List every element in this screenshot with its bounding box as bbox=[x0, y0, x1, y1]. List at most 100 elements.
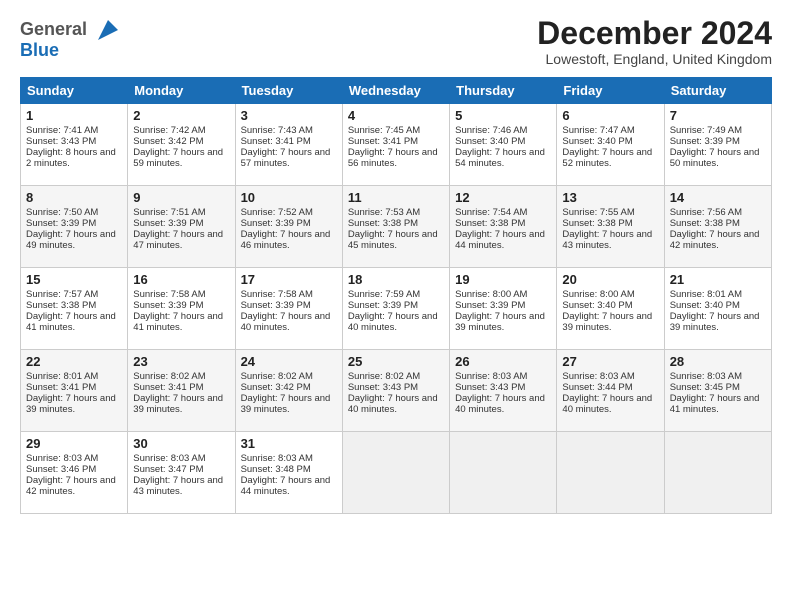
sunrise: Sunrise: 8:02 AM bbox=[133, 371, 205, 382]
day-number: 26 bbox=[455, 354, 551, 369]
sunrise: Sunrise: 7:43 AM bbox=[241, 125, 313, 136]
daylight: Daylight: 7 hours and 40 minutes. bbox=[348, 393, 438, 415]
col-saturday: Saturday bbox=[664, 78, 771, 104]
sunset: Sunset: 3:39 PM bbox=[670, 136, 740, 147]
header: General Blue December 2024 Lowestoft, En… bbox=[20, 16, 772, 67]
daylight: Daylight: 7 hours and 43 minutes. bbox=[133, 475, 223, 497]
day-number: 13 bbox=[562, 190, 658, 205]
day-number: 30 bbox=[133, 436, 229, 451]
table-row bbox=[342, 432, 449, 514]
sunrise: Sunrise: 8:03 AM bbox=[241, 453, 313, 464]
col-monday: Monday bbox=[128, 78, 235, 104]
table-row: 24Sunrise: 8:02 AMSunset: 3:42 PMDayligh… bbox=[235, 350, 342, 432]
sunset: Sunset: 3:40 PM bbox=[455, 136, 525, 147]
day-number: 7 bbox=[670, 108, 766, 123]
sunset: Sunset: 3:39 PM bbox=[133, 300, 203, 311]
table-row: 22Sunrise: 8:01 AMSunset: 3:41 PMDayligh… bbox=[21, 350, 128, 432]
table-row: 9Sunrise: 7:51 AMSunset: 3:39 PMDaylight… bbox=[128, 186, 235, 268]
sunset: Sunset: 3:39 PM bbox=[26, 218, 96, 229]
sunset: Sunset: 3:41 PM bbox=[241, 136, 311, 147]
day-number: 3 bbox=[241, 108, 337, 123]
table-row: 19Sunrise: 8:00 AMSunset: 3:39 PMDayligh… bbox=[450, 268, 557, 350]
table-row: 29Sunrise: 8:03 AMSunset: 3:46 PMDayligh… bbox=[21, 432, 128, 514]
calendar-week-3: 15Sunrise: 7:57 AMSunset: 3:38 PMDayligh… bbox=[21, 268, 772, 350]
daylight: Daylight: 7 hours and 39 minutes. bbox=[133, 393, 223, 415]
day-number: 16 bbox=[133, 272, 229, 287]
day-number: 31 bbox=[241, 436, 337, 451]
sunset: Sunset: 3:41 PM bbox=[26, 382, 96, 393]
logo-icon bbox=[94, 16, 122, 44]
daylight: Daylight: 7 hours and 39 minutes. bbox=[26, 393, 116, 415]
table-row: 15Sunrise: 7:57 AMSunset: 3:38 PMDayligh… bbox=[21, 268, 128, 350]
daylight: Daylight: 7 hours and 40 minutes. bbox=[455, 393, 545, 415]
sunrise: Sunrise: 7:57 AM bbox=[26, 289, 98, 300]
table-row: 3 Sunrise: 7:43 AMSunset: 3:41 PMDaylight… bbox=[235, 104, 342, 186]
daylight: Daylight: 7 hours and 49 minutes. bbox=[26, 229, 116, 251]
table-row bbox=[664, 432, 771, 514]
day-number: 17 bbox=[241, 272, 337, 287]
sunset: Sunset: 3:40 PM bbox=[670, 300, 740, 311]
col-tuesday: Tuesday bbox=[235, 78, 342, 104]
sunrise: Sunrise: 7:45 AM bbox=[348, 125, 420, 136]
daylight: Daylight: 7 hours and 39 minutes. bbox=[562, 311, 652, 333]
day-number: 15 bbox=[26, 272, 122, 287]
daylight: Daylight: 7 hours and 50 minutes. bbox=[670, 147, 760, 169]
daylight: Daylight: 7 hours and 39 minutes. bbox=[455, 311, 545, 333]
location: Lowestoft, England, United Kingdom bbox=[537, 51, 772, 67]
sunrise: Sunrise: 8:03 AM bbox=[133, 453, 205, 464]
day-number: 24 bbox=[241, 354, 337, 369]
table-row: 18Sunrise: 7:59 AMSunset: 3:39 PMDayligh… bbox=[342, 268, 449, 350]
day-number: 21 bbox=[670, 272, 766, 287]
sunset: Sunset: 3:43 PM bbox=[348, 382, 418, 393]
daylight: Daylight: 7 hours and 44 minutes. bbox=[241, 475, 331, 497]
month-title: December 2024 bbox=[537, 16, 772, 51]
table-row: 27Sunrise: 8:03 AMSunset: 3:44 PMDayligh… bbox=[557, 350, 664, 432]
sunset: Sunset: 3:40 PM bbox=[562, 300, 632, 311]
table-row bbox=[557, 432, 664, 514]
table-row: 4Sunrise: 7:45 AMSunset: 3:41 PMDaylight… bbox=[342, 104, 449, 186]
sunset: Sunset: 3:41 PM bbox=[348, 136, 418, 147]
day-number: 1 bbox=[26, 108, 122, 123]
logo: General Blue bbox=[20, 16, 122, 61]
day-number: 12 bbox=[455, 190, 551, 205]
page: General Blue December 2024 Lowestoft, En… bbox=[0, 0, 792, 524]
table-row: 14Sunrise: 7:56 AMSunset: 3:38 PMDayligh… bbox=[664, 186, 771, 268]
sunrise: Sunrise: 7:58 AM bbox=[241, 289, 313, 300]
day-number: 28 bbox=[670, 354, 766, 369]
sunrise: Sunrise: 8:02 AM bbox=[241, 371, 313, 382]
daylight: Daylight: 7 hours and 46 minutes. bbox=[241, 229, 331, 251]
sunset: Sunset: 3:39 PM bbox=[241, 218, 311, 229]
sunrise: Sunrise: 8:02 AM bbox=[348, 371, 420, 382]
calendar-week-4: 22Sunrise: 8:01 AMSunset: 3:41 PMDayligh… bbox=[21, 350, 772, 432]
col-thursday: Thursday bbox=[450, 78, 557, 104]
table-row: 12Sunrise: 7:54 AMSunset: 3:38 PMDayligh… bbox=[450, 186, 557, 268]
table-row: 16Sunrise: 7:58 AMSunset: 3:39 PMDayligh… bbox=[128, 268, 235, 350]
sunset: Sunset: 3:38 PM bbox=[562, 218, 632, 229]
table-row: 7Sunrise: 7:49 AMSunset: 3:39 PMDaylight… bbox=[664, 104, 771, 186]
daylight: Daylight: 7 hours and 41 minutes. bbox=[670, 393, 760, 415]
daylight: Daylight: 7 hours and 47 minutes. bbox=[133, 229, 223, 251]
sunrise: Sunrise: 7:50 AM bbox=[26, 207, 98, 218]
daylight: Daylight: 7 hours and 57 minutes. bbox=[241, 147, 331, 169]
day-number: 25 bbox=[348, 354, 444, 369]
table-row: 1Sunrise: 7:41 AMSunset: 3:43 PMDaylight… bbox=[21, 104, 128, 186]
daylight: Daylight: 7 hours and 56 minutes. bbox=[348, 147, 438, 169]
sunset: Sunset: 3:44 PM bbox=[562, 382, 632, 393]
daylight: Daylight: 7 hours and 40 minutes. bbox=[562, 393, 652, 415]
day-number: 23 bbox=[133, 354, 229, 369]
daylight: Daylight: 7 hours and 41 minutes. bbox=[26, 311, 116, 333]
sunset: Sunset: 3:39 PM bbox=[241, 300, 311, 311]
daylight: Daylight: 7 hours and 43 minutes. bbox=[562, 229, 652, 251]
day-number: 18 bbox=[348, 272, 444, 287]
table-row: 28Sunrise: 8:03 AMSunset: 3:45 PMDayligh… bbox=[664, 350, 771, 432]
day-number: 11 bbox=[348, 190, 444, 205]
day-number: 29 bbox=[26, 436, 122, 451]
calendar-week-2: 8Sunrise: 7:50 AMSunset: 3:39 PMDaylight… bbox=[21, 186, 772, 268]
day-number: 9 bbox=[133, 190, 229, 205]
sunrise: Sunrise: 7:56 AM bbox=[670, 207, 742, 218]
calendar-week-5: 29Sunrise: 8:03 AMSunset: 3:46 PMDayligh… bbox=[21, 432, 772, 514]
daylight: Daylight: 7 hours and 54 minutes. bbox=[455, 147, 545, 169]
calendar-table: Sunday Monday Tuesday Wednesday Thursday… bbox=[20, 77, 772, 514]
daylight: Daylight: 7 hours and 45 minutes. bbox=[348, 229, 438, 251]
day-number: 14 bbox=[670, 190, 766, 205]
